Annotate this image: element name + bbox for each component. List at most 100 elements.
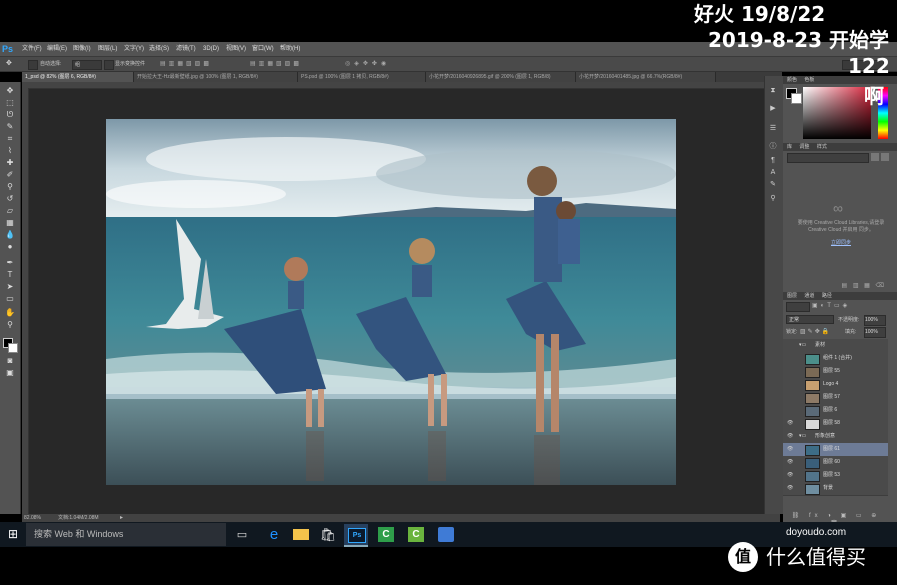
- properties-panel-icon[interactable]: ☰: [768, 124, 778, 133]
- lasso-tool-icon[interactable]: ᘎ: [4, 110, 16, 120]
- tab-styles[interactable]: 样式: [817, 144, 827, 150]
- blend-mode-dropdown[interactable]: 正常: [786, 315, 834, 324]
- menu-layer[interactable]: 图层(L): [98, 44, 117, 54]
- app-taskbar-icon[interactable]: [434, 524, 458, 545]
- 3d-mode-icons[interactable]: ◎◈✥✤◉: [345, 60, 445, 68]
- menu-type[interactable]: 文字(Y): [124, 44, 144, 54]
- marquee-tool-icon[interactable]: ⬚: [4, 98, 16, 108]
- dodge-tool-icon[interactable]: ●: [4, 242, 16, 252]
- list-view-icon[interactable]: [881, 153, 889, 161]
- align-icons[interactable]: ▤▥▦▧▨▩: [160, 60, 240, 68]
- move-tool-icon[interactable]: ✥: [6, 60, 20, 68]
- history-panel-icon[interactable]: ⧗: [768, 86, 778, 95]
- info-panel-icon[interactable]: ⓘ: [768, 142, 778, 151]
- windows-start-icon[interactable]: ⊞: [6, 527, 20, 541]
- menu-file[interactable]: 文件(F): [22, 44, 42, 54]
- doc-tab[interactable]: 开始拉大王-Hz最新壁纸.jpg @ 100% (图层 1, RGB/8#): [134, 72, 298, 82]
- pen-tool-icon[interactable]: ✒: [4, 258, 16, 268]
- menu-filter[interactable]: 滤镜(T): [176, 44, 196, 54]
- layer-row[interactable]: 图层 55: [783, 365, 888, 379]
- auto-select-dropdown[interactable]: 组: [72, 60, 102, 70]
- gradient-tool-icon[interactable]: ▦: [4, 218, 16, 228]
- camtasia-recorder-icon[interactable]: C: [404, 524, 428, 545]
- document-photo[interactable]: [106, 119, 676, 485]
- blur-tool-icon[interactable]: 💧: [4, 230, 16, 240]
- visibility-eye-icon[interactable]: 👁: [787, 482, 793, 495]
- photoshop-taskbar-icon[interactable]: Ps: [344, 524, 368, 547]
- layer-row[interactable]: 图层 57: [783, 391, 888, 405]
- menu-edit[interactable]: 编辑(E): [47, 44, 67, 54]
- brush-panel-icon[interactable]: ✎: [768, 180, 778, 189]
- history-brush-tool-icon[interactable]: ↺: [4, 194, 16, 204]
- show-transform-checkbox[interactable]: [104, 60, 114, 70]
- tab-layers[interactable]: 图层: [787, 293, 797, 299]
- doc-tab[interactable]: 小花开梦/2016040926895.gif @ 200% (图层 1, RGB…: [426, 72, 576, 82]
- sync-now-link[interactable]: 立即同步: [815, 240, 867, 247]
- clone-source-panel-icon[interactable]: ⚲: [768, 194, 778, 203]
- auto-select-checkbox[interactable]: [28, 60, 38, 70]
- layer-row[interactable]: 组件 1 (合并): [783, 352, 888, 366]
- screen-mode-icon[interactable]: ▣: [4, 368, 16, 378]
- visibility-eye-icon[interactable]: 👁: [787, 456, 793, 469]
- visibility-eye-icon[interactable]: 👁: [787, 430, 793, 443]
- tab-channels[interactable]: 通道: [804, 293, 814, 299]
- menu-window[interactable]: 窗口(W): [252, 44, 274, 54]
- menu-view[interactable]: 视图(V): [226, 44, 246, 54]
- doc-tab-active[interactable]: 1_psd @ 82% (图层 6, RGB/8#): [22, 72, 134, 82]
- lock-icons[interactable]: ▨✎✥🔒: [800, 328, 840, 336]
- layer-group-row[interactable]: 👁 ▾▭ 形象创意: [783, 430, 888, 444]
- layer-group-row[interactable]: ▾▭ 素材: [783, 339, 888, 353]
- visibility-eye-icon[interactable]: 👁: [787, 469, 793, 482]
- tab-adjustments[interactable]: 调整: [799, 144, 809, 150]
- background-color-swatch[interactable]: [8, 343, 18, 353]
- brush-tool-icon[interactable]: ✐: [4, 170, 16, 180]
- menu-3d[interactable]: 3D(D): [203, 44, 219, 54]
- tab-color[interactable]: 颜色: [787, 77, 797, 83]
- layer-row[interactable]: 👁 图层 53: [783, 469, 888, 483]
- edge-browser-icon[interactable]: e: [262, 524, 286, 545]
- tab-libraries[interactable]: 库: [787, 144, 792, 150]
- healing-brush-tool-icon[interactable]: ✚: [4, 158, 16, 168]
- layer-row[interactable]: 👁 图层 58: [783, 417, 888, 431]
- paragraph-panel-icon[interactable]: ¶: [768, 156, 778, 165]
- store-icon[interactable]: 🛍: [316, 524, 340, 545]
- clone-stamp-tool-icon[interactable]: ⚲: [4, 182, 16, 192]
- layer-row[interactable]: 👁 图层 60: [783, 456, 888, 470]
- tab-paths[interactable]: 路径: [822, 293, 832, 299]
- library-footer-icons[interactable]: ▤ ▥ ▦ ⌫: [786, 282, 886, 290]
- library-dropdown[interactable]: [787, 153, 869, 163]
- file-explorer-icon[interactable]: [289, 524, 313, 545]
- path-select-tool-icon[interactable]: ➤: [4, 282, 16, 292]
- doc-tab[interactable]: 小花开梦/20160401485.jpg @ 66.7%(RGB/8#): [576, 72, 716, 82]
- layer-row[interactable]: 图层 6: [783, 404, 888, 418]
- camtasia-icon[interactable]: C: [374, 524, 398, 545]
- crop-tool-icon[interactable]: ⌗: [4, 134, 16, 144]
- actions-panel-icon[interactable]: ▶: [768, 104, 778, 113]
- color-picker-field[interactable]: [803, 87, 871, 139]
- layer-row[interactable]: 👁 背景: [783, 482, 888, 496]
- zoom-tool-icon[interactable]: ⚲: [4, 320, 16, 330]
- menu-image[interactable]: 图像(I): [73, 44, 91, 54]
- status-menu-arrow-icon[interactable]: ▸: [120, 514, 123, 522]
- grid-view-icon[interactable]: [871, 153, 879, 161]
- eyedropper-tool-icon[interactable]: ⌇: [4, 146, 16, 156]
- move-tool-icon[interactable]: ✥: [4, 86, 16, 96]
- layer-row-selected[interactable]: 👁 图层 61: [783, 443, 888, 457]
- eraser-tool-icon[interactable]: ▱: [4, 206, 16, 216]
- doc-tab[interactable]: PS.psd @ 100% (图层 1 拷贝, RGB/8#): [298, 72, 426, 82]
- layer-filter-icons[interactable]: ▣◐T▭◈: [812, 302, 892, 310]
- visibility-eye-icon[interactable]: 👁: [787, 417, 793, 430]
- zoom-level[interactable]: 82.08%: [24, 514, 41, 522]
- menu-select[interactable]: 选择(S): [149, 44, 169, 54]
- opacity-input[interactable]: 100%: [864, 315, 886, 326]
- tab-swatches[interactable]: 色板: [804, 77, 814, 83]
- distribute-icons[interactable]: ▤▥▦▧▨▩: [250, 60, 330, 68]
- visibility-eye-icon[interactable]: 👁: [787, 443, 793, 456]
- type-tool-icon[interactable]: T: [4, 270, 16, 280]
- menu-help[interactable]: 帮助(H): [280, 44, 300, 54]
- fill-input[interactable]: 100%: [864, 327, 886, 338]
- layer-filter-dropdown[interactable]: [786, 302, 810, 312]
- layers-footer-icons[interactable]: ⛓ fx ◑ ▣ ▭ ⊕ 🗑: [784, 512, 888, 527]
- layer-row[interactable]: Logo 4: [783, 378, 888, 392]
- hand-tool-icon[interactable]: ✋: [4, 308, 16, 318]
